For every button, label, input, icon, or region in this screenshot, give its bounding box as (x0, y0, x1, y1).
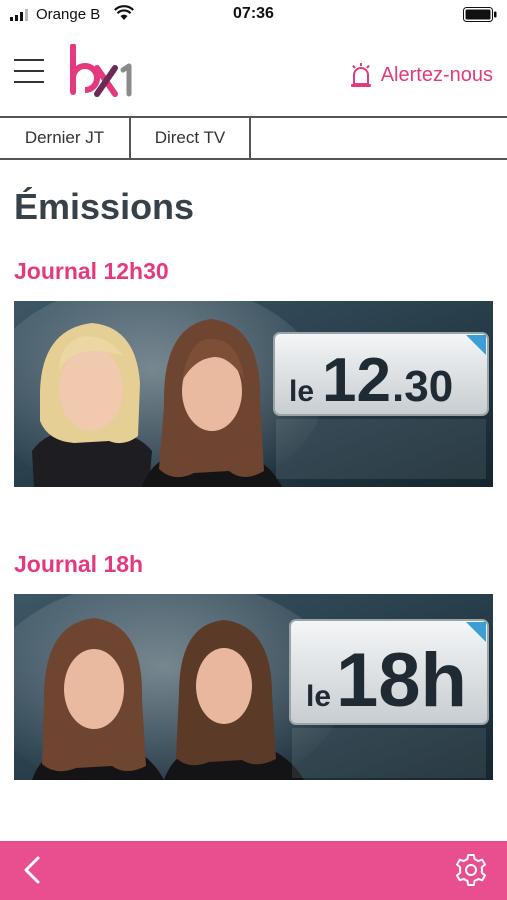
page-title: Émissions (14, 186, 195, 227)
show-thumbnail-journal-18h[interactable]: le 18h (14, 594, 493, 780)
hamburger-icon-line (14, 59, 44, 61)
status-bar: Orange B 07:36 (0, 0, 507, 30)
show-thumbnail-journal-12h30[interactable]: le 12 .30 (14, 301, 493, 487)
bx1-logo (70, 44, 132, 97)
show-title-journal-18h[interactable]: Journal 18h (14, 551, 143, 578)
hamburger-icon-line (14, 81, 44, 83)
menu-button[interactable] (14, 59, 44, 85)
thumb-suffix: .30 (392, 362, 453, 411)
chevron-left-icon[interactable] (18, 855, 48, 885)
status-time: 07:36 (233, 5, 274, 22)
app-header: Alertez-nous (0, 30, 507, 118)
bottom-navigation-bar (0, 841, 507, 900)
tab-dernier-jt[interactable]: Dernier JT (0, 118, 131, 158)
tab-bar: Dernier JT Direct TV (0, 118, 507, 160)
hamburger-icon-line (14, 70, 44, 72)
show-title-journal-12h30[interactable]: Journal 12h30 (14, 258, 169, 285)
alarm-light-icon (350, 63, 371, 87)
thumb-prefix: le (306, 680, 331, 713)
show-logo-panel: le 18h (289, 619, 489, 778)
tab-direct-tv[interactable]: Direct TV (131, 118, 251, 158)
thumb-main: 12 (322, 346, 391, 415)
show-logo-panel: le 12 .30 (273, 332, 489, 479)
thumb-prefix: le (289, 375, 314, 408)
alert-us-link[interactable]: Alertez-nous (349, 62, 493, 88)
gear-icon[interactable] (453, 852, 489, 888)
alert-us-label: Alertez-nous (380, 63, 493, 86)
battery-icon (463, 7, 497, 22)
thumb-main: 18h (336, 638, 467, 723)
